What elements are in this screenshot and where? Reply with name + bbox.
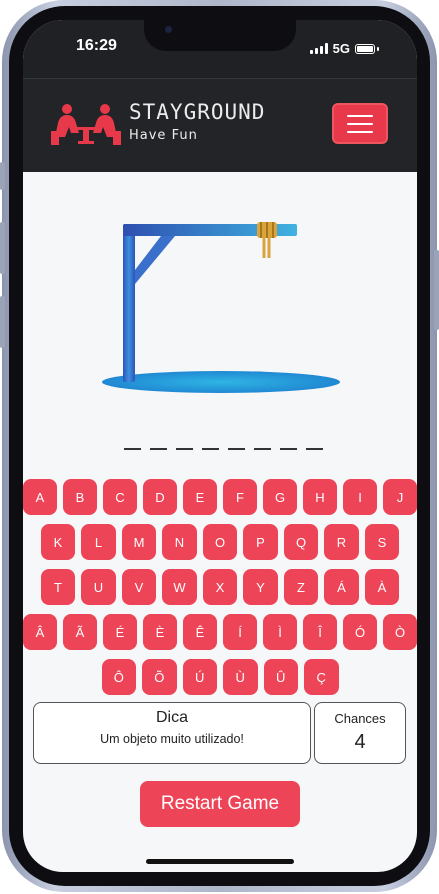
letter-blank — [306, 448, 323, 450]
letter-key[interactable]: R — [324, 524, 359, 560]
hint-title: Dica — [155, 709, 188, 726]
keyboard-row: TUVWXYZÁÀ — [23, 569, 417, 605]
letter-blank — [228, 448, 245, 450]
status-icons: 5G — [309, 41, 379, 56]
letter-blank — [254, 448, 271, 450]
letter-key[interactable]: À — [364, 569, 400, 605]
letter-key[interactable]: Û — [263, 659, 298, 695]
chances-label: Chances — [334, 711, 386, 726]
letter-blank — [150, 448, 167, 450]
brand-tagline: Have Fun — [129, 128, 198, 143]
letter-key[interactable]: Ó — [343, 614, 377, 650]
letter-blank — [202, 448, 219, 450]
status-time: 16:29 — [76, 37, 117, 54]
chances-box: Chances 4 — [314, 702, 406, 764]
network-label: 5G — [332, 41, 350, 56]
letter-key[interactable]: Ú — [182, 659, 217, 695]
restart-game-button[interactable]: Restart Game — [140, 781, 300, 827]
letter-key[interactable]: È — [143, 614, 177, 650]
letter-key[interactable]: S — [364, 524, 400, 560]
letter-blank — [124, 448, 141, 450]
letter-key[interactable]: Ç — [304, 659, 339, 695]
keyboard-row: KLMNOPQRS — [23, 524, 417, 560]
signal-icon — [309, 43, 328, 54]
volume-down-button — [0, 296, 5, 348]
letter-key[interactable]: C — [103, 479, 137, 515]
letter-key[interactable]: Ã — [63, 614, 97, 650]
letter-key[interactable]: Ê — [183, 614, 217, 650]
letter-key[interactable]: K — [40, 524, 76, 560]
letter-key[interactable]: Q — [283, 524, 319, 560]
hamburger-icon-bar — [347, 131, 373, 133]
volume-up-button — [0, 222, 5, 274]
letter-key[interactable]: P — [243, 524, 278, 560]
letter-key[interactable]: A — [23, 479, 57, 515]
letter-key[interactable]: Ì — [263, 614, 297, 650]
letter-key[interactable]: M — [121, 524, 157, 560]
letter-key[interactable]: Í — [223, 614, 257, 650]
letter-key[interactable]: X — [202, 569, 238, 605]
letter-key[interactable]: Z — [283, 569, 319, 605]
letter-key[interactable]: Â — [23, 614, 57, 650]
hint-box: Dica Um objeto muito utilizado! — [33, 702, 311, 764]
letter-key[interactable]: O — [202, 524, 238, 560]
letter-key[interactable]: Î — [303, 614, 337, 650]
word-blanks — [124, 448, 323, 450]
letter-key[interactable]: Ô — [101, 659, 136, 695]
gallows-image — [102, 222, 340, 393]
letter-blank — [176, 448, 193, 450]
letter-key[interactable]: É — [103, 614, 137, 650]
letter-key[interactable]: E — [183, 479, 217, 515]
brand[interactable]: STAYGROUND Have Fun — [129, 100, 265, 143]
players-logo-icon[interactable] — [51, 103, 121, 147]
letter-key[interactable]: N — [162, 524, 197, 560]
letter-key[interactable]: Á — [324, 569, 359, 605]
hamburger-icon — [347, 115, 373, 117]
letter-key[interactable]: V — [121, 569, 157, 605]
letter-key[interactable]: J — [383, 479, 417, 515]
letter-key[interactable]: D — [143, 479, 177, 515]
letter-key[interactable]: T — [40, 569, 76, 605]
letter-key[interactable]: G — [263, 479, 297, 515]
letter-key[interactable]: Õ — [142, 659, 177, 695]
letter-key[interactable]: Y — [243, 569, 278, 605]
chances-value: 4 — [354, 731, 366, 753]
navbar: STAYGROUND Have Fun — [23, 78, 417, 172]
menu-toggle-button[interactable] — [332, 103, 388, 144]
home-indicator[interactable] — [146, 859, 294, 864]
letter-key[interactable]: F — [223, 479, 257, 515]
letter-key[interactable]: I — [343, 479, 377, 515]
keyboard-row: ÔÕÚÙÛÇ — [23, 659, 417, 695]
keyboard-row: ABCDEFGHIJ — [23, 479, 417, 515]
letter-key[interactable]: H — [303, 479, 337, 515]
dynamic-island — [144, 20, 296, 51]
keyboard-row: ÂÃÉÈÊÍÌÎÓÒ — [23, 614, 417, 650]
battery-cap — [377, 46, 379, 51]
power-button — [434, 250, 439, 330]
letter-key[interactable]: U — [81, 569, 116, 605]
camera-dot — [165, 26, 172, 33]
screen: 16:29 5G STAYGROUND Have Fun A B C D E F… — [23, 20, 417, 872]
status-bar: 16:29 5G — [23, 20, 417, 78]
battery-icon — [355, 43, 375, 54]
hamburger-icon-bar — [347, 123, 373, 125]
letter-key[interactable]: L — [81, 524, 116, 560]
letter-blank — [280, 448, 297, 450]
letter-key[interactable]: W — [162, 569, 197, 605]
mute-switch — [0, 162, 5, 190]
navbar-divider — [23, 78, 417, 79]
letter-key[interactable]: Ò — [383, 614, 417, 650]
letter-key[interactable]: Ù — [223, 659, 258, 695]
hint-text: Um objeto muito utilizado! — [100, 732, 244, 746]
letter-key[interactable]: B — [63, 479, 97, 515]
brand-name: STAYGROUND — [129, 100, 266, 124]
